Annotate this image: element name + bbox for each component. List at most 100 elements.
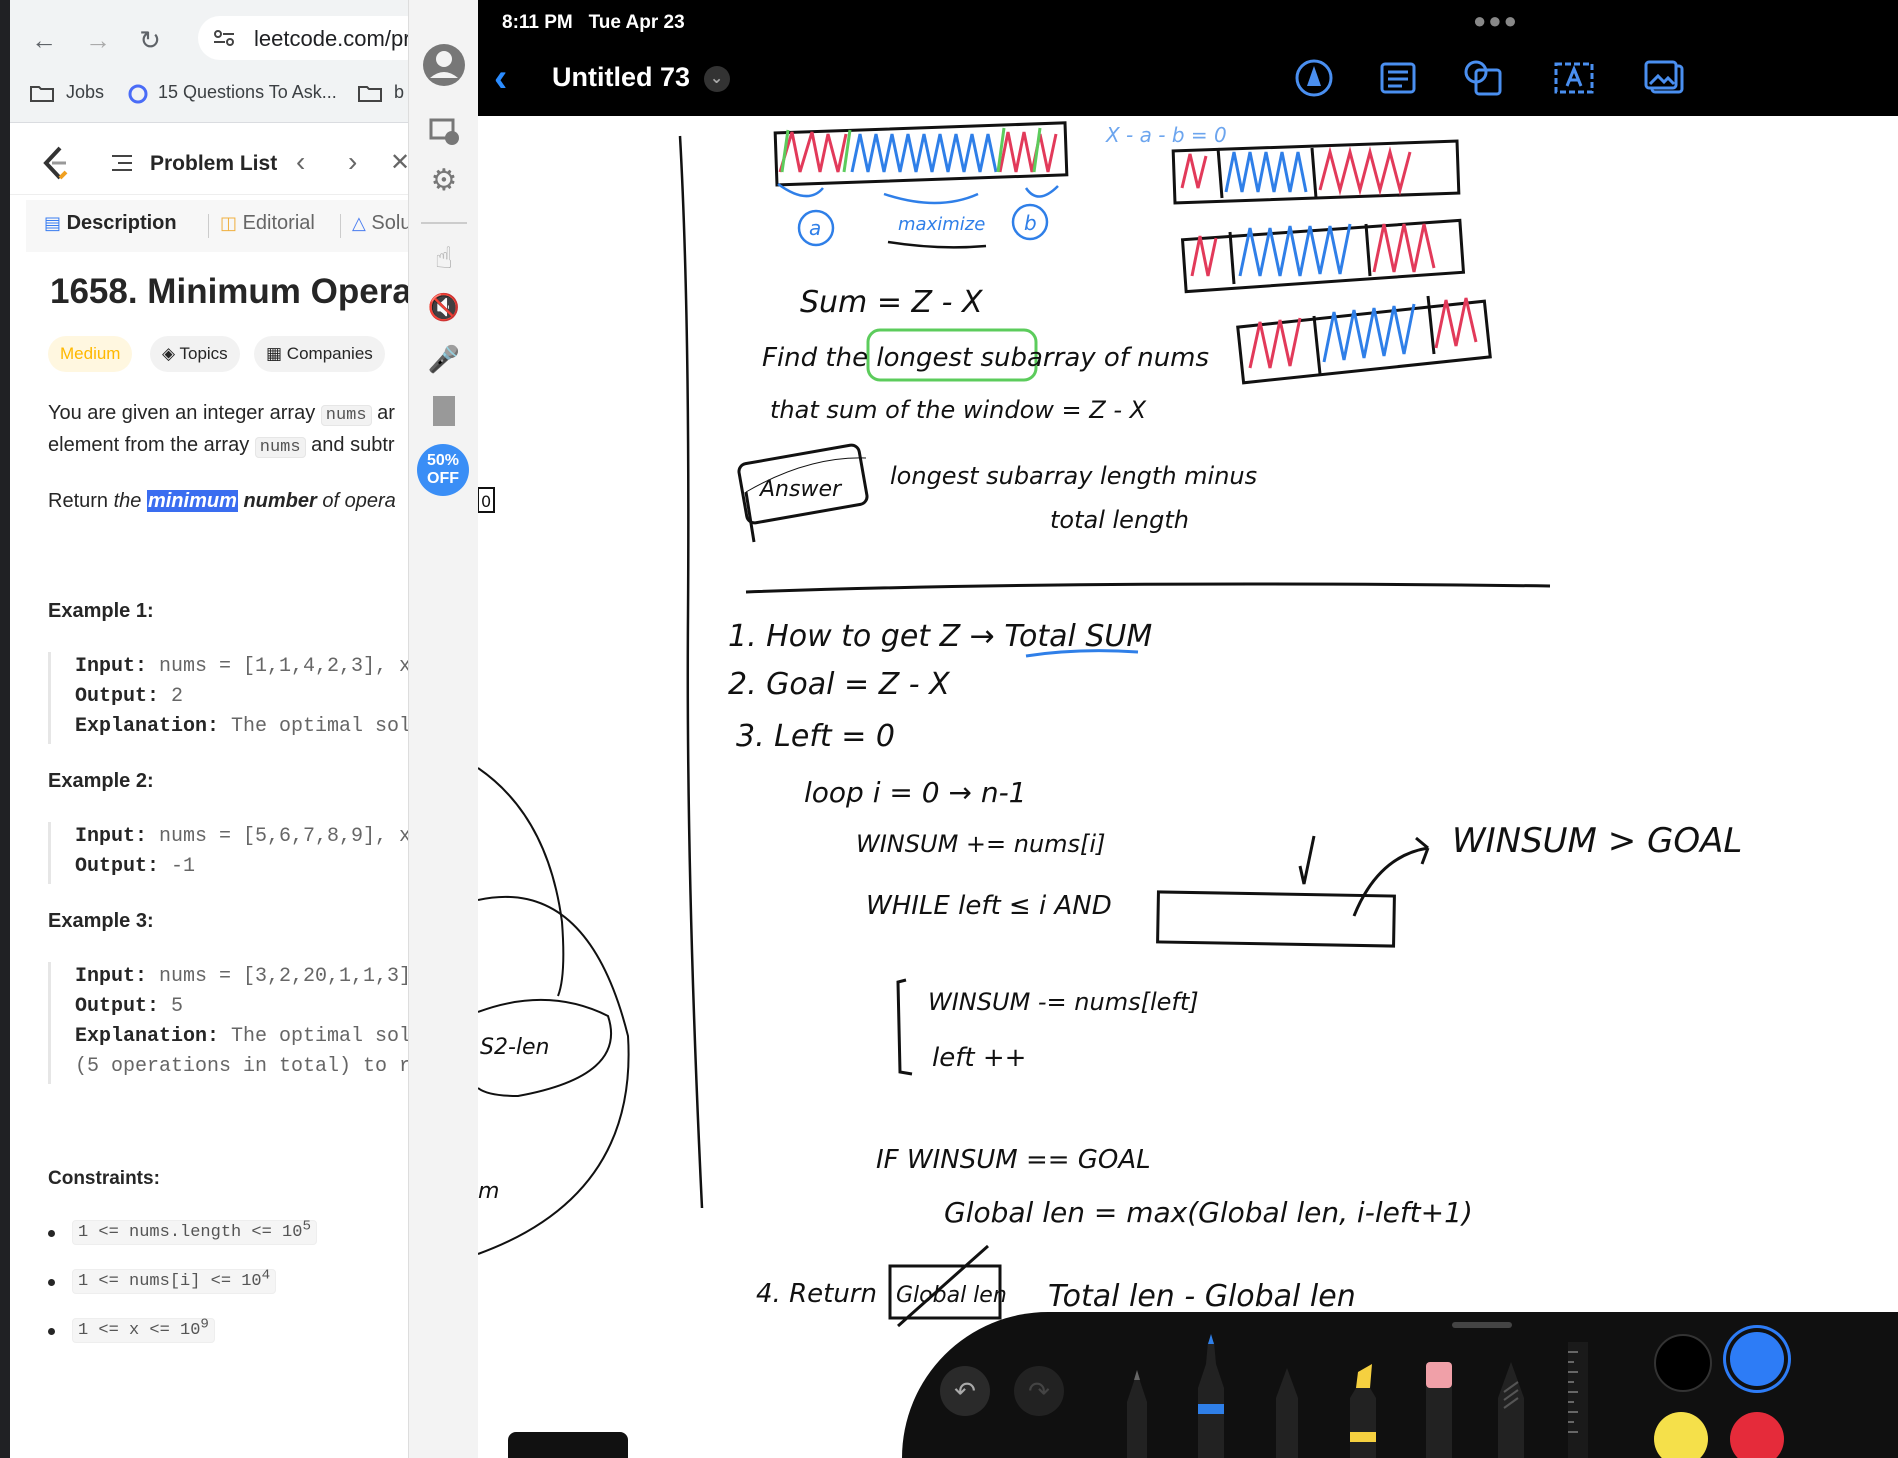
value: nums = [3,2,20,1,1,3] <box>147 965 408 988</box>
answer-text-line1: longest subarray length minus <box>890 462 1257 490</box>
document-title[interactable]: Untitled 73 ⌄ <box>552 62 730 93</box>
step2: 2. Goal = Z - X <box>728 667 951 702</box>
discount-badge[interactable]: 50% OFF <box>417 444 469 496</box>
problem-list-link[interactable]: Problem List <box>150 152 277 176</box>
fineliner-icon[interactable] <box>1194 1330 1228 1458</box>
settings-gear-icon[interactable]: ⚙ <box>419 156 469 206</box>
notes-app: 8:11 PM Tue Apr 23 ●●● ‹ Untitled 73 ⌄ a… <box>478 0 1898 1458</box>
companies-chip[interactable]: ▦ Companies <box>254 336 385 372</box>
color-swatch-yellow[interactable] <box>1654 1412 1708 1458</box>
status-date: Tue Apr 23 <box>588 12 685 33</box>
leetcode-logo-icon[interactable] <box>40 146 70 180</box>
pen-icon[interactable] <box>1122 1352 1152 1458</box>
highlighted-text: minimum <box>146 490 238 512</box>
tab-description[interactable]: ▤ Description <box>44 212 177 235</box>
value: nums = [5,6,7,8,9], x <box>147 825 408 848</box>
notes-topbar: 8:11 PM Tue Apr 23 ●●● ‹ Untitled 73 ⌄ <box>478 0 1898 116</box>
step4-rest: Total len - Global len <box>1048 1279 1356 1314</box>
more-dots-icon[interactable]: ●●● <box>1473 8 1519 34</box>
step3: 3. Left = 0 <box>736 719 895 754</box>
color-swatch-blue[interactable] <box>1730 1332 1784 1386</box>
curve <box>478 767 565 997</box>
list-icon <box>112 155 132 171</box>
profile-icon[interactable] <box>419 40 469 90</box>
constraint-item: 1 <= nums[i] <= 104 <box>72 1267 277 1294</box>
address-bar[interactable]: leetcode.com/prol <box>198 16 408 60</box>
undo-icon[interactable]: ↶ <box>940 1366 990 1416</box>
toolbar-handle[interactable] <box>1452 1322 1512 1328</box>
tab-label: Description <box>66 212 177 234</box>
pen-tool-icon[interactable] <box>1292 58 1336 98</box>
shuffle-icon[interactable]: ✕ <box>390 148 408 177</box>
value: (5 operations in total) to r <box>75 1055 408 1078</box>
handwriting-canvas[interactable]: a b maximize X - a - b = 0 Sum = Z - X F… <box>478 116 1898 1458</box>
shapes-tool-icon[interactable] <box>1462 58 1506 98</box>
inline-code: nums <box>254 437 306 458</box>
label: Explanation: <box>75 715 220 738</box>
constraint-exponent: 9 <box>200 1316 209 1332</box>
arrow <box>1352 836 1430 917</box>
example-box: Input: nums = [3,2,20,1,1,3] Output: 5 E… <box>48 962 408 1084</box>
add-window-icon[interactable] <box>419 106 469 156</box>
prev-problem-icon[interactable]: ‹ <box>296 146 305 178</box>
subtract-text: WINSUM -= nums[left] <box>928 988 1199 1016</box>
description-line: You are given an integer array nums ar <box>48 402 395 426</box>
leetcode-header: Problem List ‹ › ✕ <box>10 132 408 195</box>
next-problem-icon[interactable]: › <box>348 146 357 178</box>
drawing-toolbar: ↶ ↷ <box>902 1312 1898 1458</box>
book-icon: ◫ <box>220 213 238 233</box>
color-swatch-black[interactable] <box>1654 1334 1712 1392</box>
label: Explanation: <box>75 1025 220 1048</box>
value: 2 <box>159 685 184 708</box>
step4: 4. Return <box>756 1279 877 1309</box>
flask-icon: △ <box>352 213 366 233</box>
sound-off-icon[interactable]: 🔇 <box>419 282 469 332</box>
label: Input: <box>75 655 148 678</box>
label: Output: <box>75 685 160 708</box>
ruler-icon[interactable] <box>1566 1342 1590 1458</box>
folder-icon <box>30 86 54 102</box>
back-chevron-icon[interactable]: ‹ <box>494 56 507 101</box>
image-tool-icon[interactable] <box>1642 58 1686 98</box>
value: The optimal sol <box>219 715 408 738</box>
global-text: Global len = max(Global len, i-left+1) <box>944 1196 1473 1229</box>
color-swatch-red[interactable] <box>1730 1412 1784 1458</box>
url-text: leetcode.com/prol <box>254 26 408 51</box>
equation-top: X - a - b = 0 <box>1105 123 1227 147</box>
loop-text: loop i = 0 → n-1 <box>804 776 1027 809</box>
redo-icon[interactable]: ↷ <box>1014 1366 1064 1416</box>
tab-label: Solu <box>371 212 408 234</box>
chip-label: Companies <box>286 344 373 363</box>
eraser-icon[interactable] <box>1422 1348 1456 1458</box>
label: Output: <box>75 995 160 1018</box>
tab-divider <box>340 214 341 238</box>
document-icon[interactable] <box>419 386 469 436</box>
topics-chip[interactable]: ◈ Topics <box>150 336 240 372</box>
text: of opera <box>322 490 396 512</box>
tab-solutions[interactable]: △ Solu <box>352 212 408 235</box>
highlighter-icon[interactable] <box>1346 1346 1380 1458</box>
back-arrow-icon[interactable]: ← <box>26 22 62 58</box>
inline-code: nums <box>320 405 372 426</box>
tab-editorial[interactable]: ◫ Editorial <box>220 212 315 235</box>
reload-icon[interactable]: ↻ <box>132 22 168 58</box>
divider <box>421 222 467 224</box>
text-tool-icon[interactable] <box>1376 58 1420 98</box>
text: ar <box>377 402 395 424</box>
browser-toolbar: ← → ↻ leetcode.com/prol Jobs 15 Question… <box>10 0 408 123</box>
textbox-tool-icon[interactable] <box>1552 58 1596 98</box>
example-box: Input: nums = [1,1,4,2,3], x Output: 2 E… <box>48 652 408 744</box>
chevron-down-icon[interactable]: ⌄ <box>703 65 730 92</box>
problem-tabs: ▤ Description ◫ Editorial △ Solu <box>26 200 408 252</box>
forward-arrow-icon[interactable]: → <box>80 22 116 58</box>
pencil-icon[interactable] <box>1272 1358 1302 1458</box>
mic-off-icon[interactable]: 🎤 <box>419 334 469 384</box>
browser-window: ← → ↻ leetcode.com/prol Jobs 15 Question… <box>0 0 408 1458</box>
building-icon: ▦ <box>266 344 283 363</box>
pointer-icon[interactable]: ☝ <box>419 234 469 284</box>
lasso-icon[interactable] <box>1494 1352 1528 1458</box>
winsum-text: WINSUM += nums[i] <box>856 830 1105 858</box>
bullet <box>48 1230 55 1237</box>
site-settings-icon[interactable] <box>212 28 236 48</box>
bookmark-label: 15 Questions To Ask... <box>158 82 337 102</box>
